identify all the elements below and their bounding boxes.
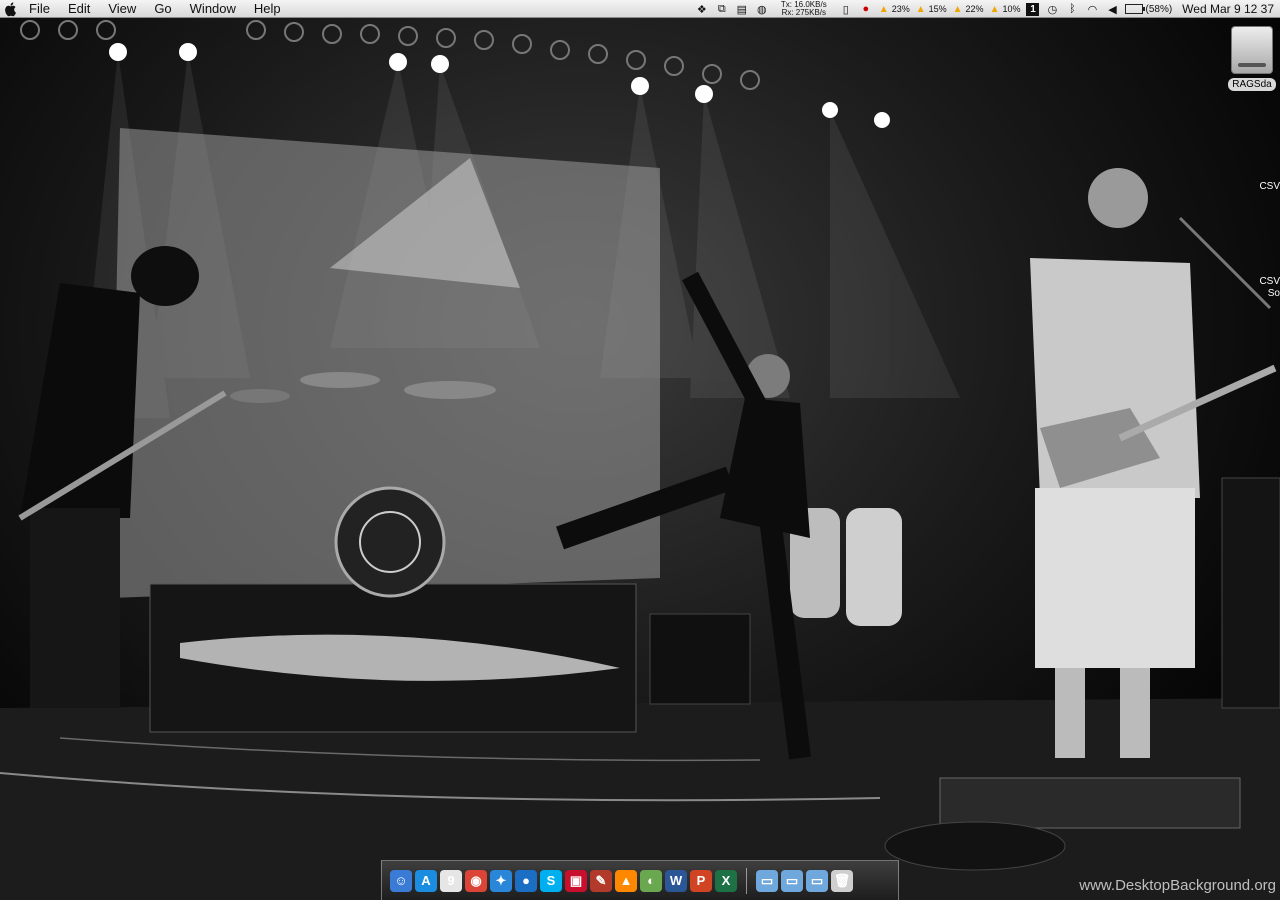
terminal-icon[interactable]: ▤ xyxy=(735,3,749,16)
messages-icon[interactable]: ● xyxy=(515,869,537,892)
menu-help[interactable]: Help xyxy=(245,0,290,18)
cpu-load-1: 23% xyxy=(891,4,910,14)
picasa-icon[interactable]: ◐ xyxy=(640,869,662,892)
parallels-icon[interactable]: ▣ xyxy=(565,869,587,892)
safari-icon[interactable]: ✦ xyxy=(490,869,512,892)
menu-window[interactable]: Window xyxy=(181,0,245,18)
downloads-folder-icon[interactable]: ▭ xyxy=(806,869,828,892)
cpu-monitor-3[interactable]: ▲ 22% xyxy=(953,4,984,15)
battery-menu[interactable]: (58%) xyxy=(1125,4,1172,15)
menu-file[interactable]: File xyxy=(20,0,59,18)
hard-disk-label: RAGSda xyxy=(1228,78,1276,91)
menu-edit[interactable]: Edit xyxy=(59,0,99,18)
skype-icon[interactable]: S xyxy=(540,869,562,892)
word-icon[interactable]: W xyxy=(665,869,687,892)
desktop-file-label-1[interactable]: CSV xyxy=(1259,181,1280,193)
menu-go[interactable]: Go xyxy=(145,0,180,18)
calendar-icon[interactable]: 9 xyxy=(440,869,462,892)
desktop-file-label-2[interactable]: CSV So xyxy=(1259,276,1280,300)
desktop-wallpaper xyxy=(0,18,1280,900)
status-menus: ❖ ⧉ ▤ ◍ Tx: 16.0KB/s Rx: 275KB/s ▯ ● ▲ 23… xyxy=(689,0,1280,18)
battery-icon xyxy=(1125,4,1146,14)
powerpoint-icon[interactable]: P xyxy=(690,869,712,892)
excel-icon[interactable]: X xyxy=(715,869,737,892)
spaces-indicator[interactable]: 1 xyxy=(1026,2,1040,16)
menu-bar: File Edit View Go Window Help ❖ ⧉ ▤ ◍ Tx… xyxy=(0,0,1280,18)
phone-icon[interactable]: ▯ xyxy=(839,3,853,16)
flame-icon: ▲ xyxy=(915,3,926,15)
cpu-monitor-1[interactable]: ▲ 23% xyxy=(879,4,910,15)
sync-icon[interactable]: ◍ xyxy=(755,3,769,16)
network-monitor[interactable]: Tx: 16.0KB/s Rx: 275KB/s xyxy=(775,1,833,17)
wifi-icon[interactable]: ◠ xyxy=(1085,3,1099,16)
status-light-icon[interactable]: ● xyxy=(859,3,873,15)
app-store-icon[interactable]: A xyxy=(415,869,437,892)
trash-icon[interactable]: 🗑 xyxy=(831,869,853,892)
flame-icon: ▲ xyxy=(878,3,889,15)
vlc-icon[interactable]: ▲ xyxy=(615,869,637,892)
finder-icon[interactable]: ☺ xyxy=(390,869,412,892)
documents-folder-icon[interactable]: ▭ xyxy=(781,869,803,892)
window-arrange-icon[interactable]: ⧉ xyxy=(715,3,729,15)
menu-view[interactable]: View xyxy=(99,0,145,18)
hard-disk-icon xyxy=(1231,26,1273,74)
time-machine-icon[interactable]: ◷ xyxy=(1045,3,1059,16)
applications-folder-icon[interactable]: ▭ xyxy=(756,869,778,892)
hard-disk-desktop-icon[interactable]: RAGSda xyxy=(1228,26,1276,91)
bluetooth-icon[interactable]: ᛒ xyxy=(1065,3,1079,15)
cpu-load-4: 10% xyxy=(1002,4,1021,14)
automator-icon[interactable]: ✎ xyxy=(590,869,612,892)
network-rx: Rx: 275KB/s xyxy=(781,8,827,17)
volume-icon[interactable]: ◀ xyxy=(1105,3,1119,16)
menu-list: File Edit View Go Window Help xyxy=(20,0,290,18)
cpu-load-3: 22% xyxy=(965,4,984,14)
flame-icon: ▲ xyxy=(952,3,963,15)
battery-percent: (58%) xyxy=(1145,3,1173,15)
watermark: www.DesktopBackground.org xyxy=(1079,877,1276,894)
flame-icon: ▲ xyxy=(989,3,1000,15)
cpu-monitor-4[interactable]: ▲ 10% xyxy=(990,4,1021,15)
chrome-icon[interactable]: ◉ xyxy=(465,869,487,892)
dropbox-icon[interactable]: ❖ xyxy=(695,3,709,16)
dock-separator xyxy=(746,867,747,894)
dock: ☺ A 9 ◉ ✦ ● S ▣ ✎ ▲ ◐ W P X ▭ ▭ ▭ 🗑 xyxy=(381,860,899,900)
apple-menu-icon[interactable] xyxy=(4,1,18,17)
menu-clock[interactable]: Wed Mar 9 12 37 xyxy=(1182,2,1274,16)
cpu-monitor-2[interactable]: ▲ 15% xyxy=(916,4,947,15)
cpu-load-2: 15% xyxy=(928,4,947,14)
